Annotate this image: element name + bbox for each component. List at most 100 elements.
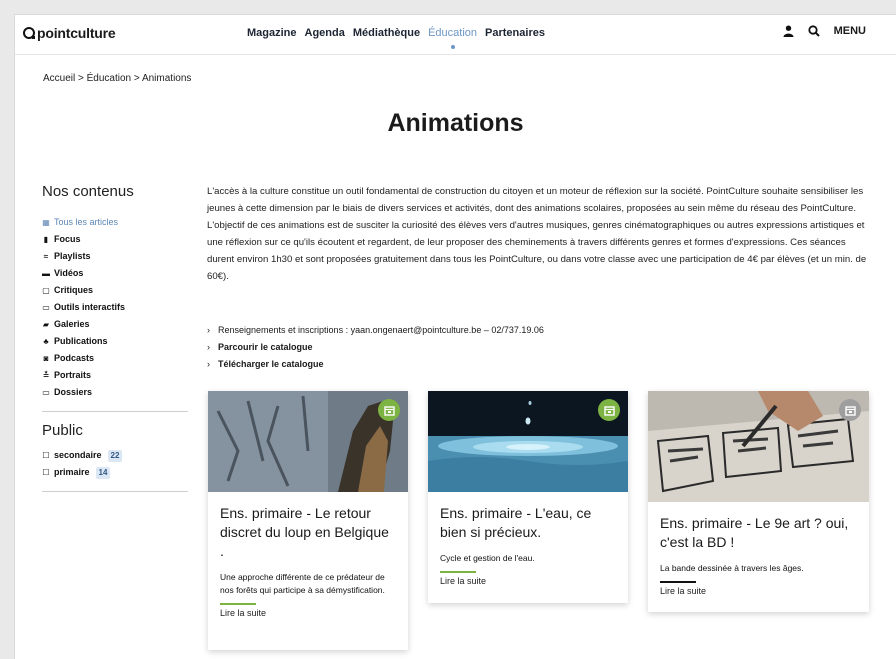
- count-badge: 22: [107, 449, 123, 462]
- intro-paragraph: L'accès à la culture constitue un outil …: [207, 186, 867, 282]
- nav-magazine[interactable]: Magazine: [243, 27, 301, 39]
- card-image: [428, 391, 628, 492]
- sidebar-item-label: Dossiers: [54, 387, 93, 397]
- catalogue-download-link[interactable]: Télécharger le catalogue: [218, 356, 324, 373]
- catalogue-download-row: › Télécharger le catalogue: [207, 356, 544, 373]
- grid-icon: ▦: [42, 218, 50, 227]
- card-title[interactable]: Ens. primaire - Le 9e art ? oui, c'est l…: [660, 514, 857, 552]
- info-prefix: Renseignements et inscriptions :: [218, 325, 349, 335]
- catalogue-browse-link[interactable]: Parcourir le catalogue: [218, 339, 313, 356]
- sidebar-item-portraits[interactable]: ≛ Portraits: [42, 367, 188, 384]
- video-icon: ▬: [42, 269, 50, 278]
- card-accent-bar: [220, 603, 256, 605]
- playlist-icon: ≈: [43, 252, 49, 261]
- sidebar-divider: [42, 411, 188, 412]
- checkbox-icon[interactable]: ☐: [42, 464, 50, 481]
- gallery-icon: ▰: [42, 320, 50, 329]
- info-contact-link[interactable]: yaan.ongenaert@pointculture.be – 02/737.…: [351, 325, 544, 335]
- tools-icon: ▭: [42, 303, 50, 312]
- card-title[interactable]: Ens. primaire - L'eau, ce bien si précie…: [440, 504, 616, 542]
- sidebar-item-dossiers[interactable]: ▭ Dossiers: [42, 384, 188, 401]
- logo[interactable]: pointculture: [23, 25, 116, 41]
- sidebar: Nos contenus ▦ Tous les articles ▮ Focus ≈…: [42, 183, 188, 502]
- top-navigation-bar: pointculture Magazine Agenda Médiathèque…: [15, 15, 896, 55]
- public-filter-list: ☐ secondaire 22 ☐ primaire 14: [42, 447, 188, 481]
- search-icon[interactable]: [808, 25, 820, 37]
- sidebar-item-label: Publications: [54, 336, 108, 346]
- sidebar-item-outils-interactifs[interactable]: ▭ Outils interactifs: [42, 299, 188, 316]
- card-image: [648, 391, 869, 502]
- page-title: Animations: [387, 109, 524, 137]
- article-card-loup[interactable]: Ens. primaire - Le retour discret du lou…: [208, 391, 408, 650]
- sidebar-item-focus[interactable]: ▮ Focus: [42, 231, 188, 248]
- card-title[interactable]: Ens. primaire - Le retour discret du lou…: [220, 504, 396, 561]
- nav-partenaires[interactable]: Partenaires: [481, 27, 549, 39]
- card-description: Une approche différente de ce prédateur …: [220, 572, 385, 595]
- catalogue-browse-row: › Parcourir le catalogue: [207, 339, 544, 356]
- card-body: Ens. primaire - L'eau, ce bien si précie…: [428, 492, 628, 596]
- chevron-right-icon: ›: [207, 325, 210, 335]
- nav-mediatheque[interactable]: Médiathèque: [349, 27, 424, 39]
- critique-icon: ▢: [42, 286, 50, 295]
- calendar-icon: [378, 399, 400, 421]
- menu-button[interactable]: MENU: [834, 25, 866, 37]
- header-tools: MENU: [783, 25, 866, 37]
- card-description: Cycle et gestion de l'eau.: [440, 553, 535, 563]
- sidebar-public-title: Public: [42, 422, 83, 439]
- sidebar-item-playlists[interactable]: ≈ Playlists: [42, 248, 188, 265]
- sidebar-item-galeries[interactable]: ▰ Galeries: [42, 316, 188, 333]
- sidebar-item-label: Playlists: [54, 251, 91, 261]
- user-icon[interactable]: [783, 25, 794, 37]
- sidebar-item-podcasts[interactable]: ◙ Podcasts: [42, 350, 188, 367]
- podcast-icon: ◙: [43, 354, 49, 363]
- card-accent-bar: [660, 581, 696, 583]
- count-badge: 14: [95, 466, 111, 479]
- main-nav: Magazine Agenda Médiathèque Éducation Pa…: [243, 27, 549, 49]
- sidebar-item-label: Vidéos: [54, 268, 84, 278]
- read-more-link[interactable]: Lire la suite: [660, 586, 857, 596]
- card-body: Ens. primaire - Le retour discret du lou…: [208, 492, 408, 628]
- sidebar-item-label: Podcasts: [54, 353, 95, 363]
- publication-icon: ♣: [43, 337, 49, 346]
- sidebar-item-videos[interactable]: ▬ Vidéos: [42, 265, 188, 282]
- content-type-list: ▦ Tous les articles ▮ Focus ≈ Playlists ▬ Vi…: [42, 214, 188, 401]
- read-more-link[interactable]: Lire la suite: [440, 576, 616, 586]
- card-image: [208, 391, 408, 492]
- info-links: › Renseignements et inscriptions : yaan.…: [207, 322, 544, 373]
- sidebar-item-label: Tous les articles: [54, 217, 119, 227]
- article-card-eau[interactable]: Ens. primaire - L'eau, ce bien si précie…: [428, 391, 628, 603]
- card-description: La bande dessinée à travers les âges.: [660, 563, 804, 573]
- page: pointculture Magazine Agenda Médiathèque…: [14, 14, 896, 659]
- logo-mark-icon: [23, 27, 35, 39]
- card-body: Ens. primaire - Le 9e art ? oui, c'est l…: [648, 502, 869, 606]
- document-icon: ▮: [43, 235, 49, 244]
- sidebar-item-label: Outils interactifs: [54, 302, 126, 312]
- checkbox-icon[interactable]: ☐: [42, 447, 50, 464]
- public-filter-label: primaire: [54, 467, 90, 477]
- info-row: › Renseignements et inscriptions : yaan.…: [207, 322, 544, 339]
- public-filter-label: secondaire: [54, 450, 102, 460]
- sidebar-divider: [42, 491, 188, 492]
- public-filter-secondaire[interactable]: ☐ secondaire 22: [42, 447, 188, 464]
- sidebar-item-tous-les-articles[interactable]: ▦ Tous les articles: [42, 214, 188, 231]
- calendar-icon: [839, 399, 861, 421]
- sidebar-contents-title: Nos contenus: [42, 183, 134, 200]
- sidebar-item-label: Focus: [54, 234, 81, 244]
- nav-education[interactable]: Éducation: [424, 27, 481, 49]
- sidebar-item-label: Critiques: [54, 285, 94, 295]
- sidebar-item-label: Portraits: [54, 370, 92, 380]
- card-accent-bar: [440, 571, 476, 573]
- article-card-bd[interactable]: Ens. primaire - Le 9e art ? oui, c'est l…: [648, 391, 869, 612]
- folder-icon: ▭: [42, 388, 50, 397]
- logo-text: pointculture: [37, 25, 116, 41]
- read-more-link[interactable]: Lire la suite: [220, 608, 396, 618]
- chevron-right-icon: ›: [207, 359, 210, 369]
- nav-agenda[interactable]: Agenda: [301, 27, 349, 39]
- breadcrumb: Accueil > Éducation > Animations: [43, 73, 192, 84]
- sidebar-item-label: Galeries: [54, 319, 90, 329]
- sidebar-item-publications[interactable]: ♣ Publications: [42, 333, 188, 350]
- calendar-icon: [598, 399, 620, 421]
- sidebar-item-critiques[interactable]: ▢ Critiques: [42, 282, 188, 299]
- chevron-right-icon: ›: [207, 342, 210, 352]
- public-filter-primaire[interactable]: ☐ primaire 14: [42, 464, 188, 481]
